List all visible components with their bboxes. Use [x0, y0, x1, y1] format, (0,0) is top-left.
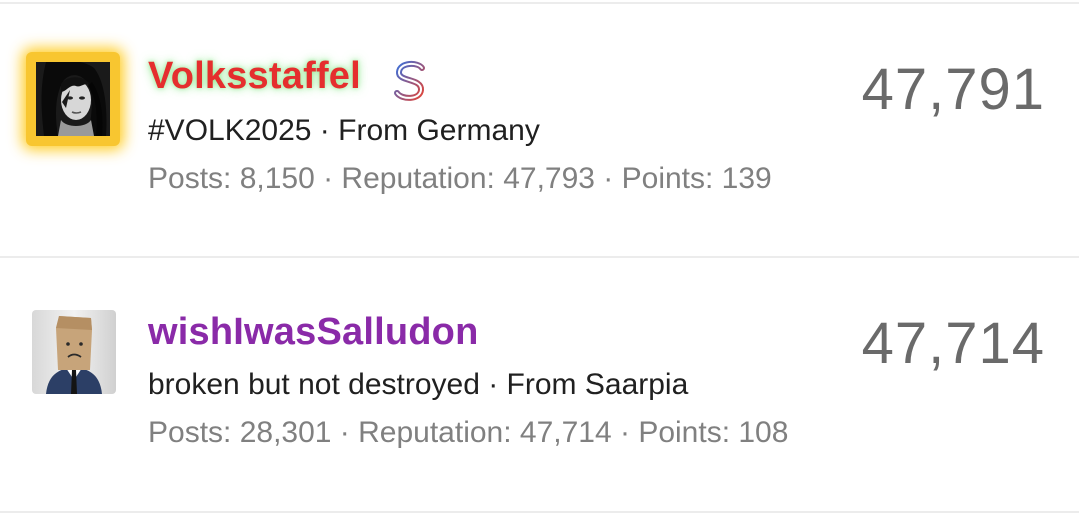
- user-tagline: #VOLK2025 · From Germany: [148, 114, 540, 147]
- avatar-image: [36, 62, 110, 136]
- reputation-score: 47,791: [861, 57, 1045, 122]
- reputation-score: 47,714: [861, 311, 1045, 376]
- leaderboard-list: Volksstaffel #VOLK2025 · From Germany Po…: [0, 0, 1079, 518]
- username-link[interactable]: wishIwasSalludon: [148, 312, 479, 352]
- avatar[interactable]: [32, 310, 116, 394]
- list-item[interactable]: wishIwasSalludon broken but not destroye…: [0, 258, 1079, 510]
- user-stats: Posts: 28,301 · Reputation: 47,714 · Poi…: [148, 416, 789, 449]
- username-link[interactable]: Volksstaffel: [148, 56, 361, 96]
- avatar[interactable]: [26, 52, 120, 146]
- user-tagline: broken but not destroyed · From Saarpia: [148, 368, 689, 401]
- avatar-image: [32, 310, 116, 394]
- user-stats: Posts: 8,150 · Reputation: 47,793 · Poin…: [148, 162, 772, 195]
- dollar-icon: [394, 58, 425, 104]
- divider: [0, 511, 1079, 513]
- list-item[interactable]: Volksstaffel #VOLK2025 · From Germany Po…: [0, 4, 1079, 256]
